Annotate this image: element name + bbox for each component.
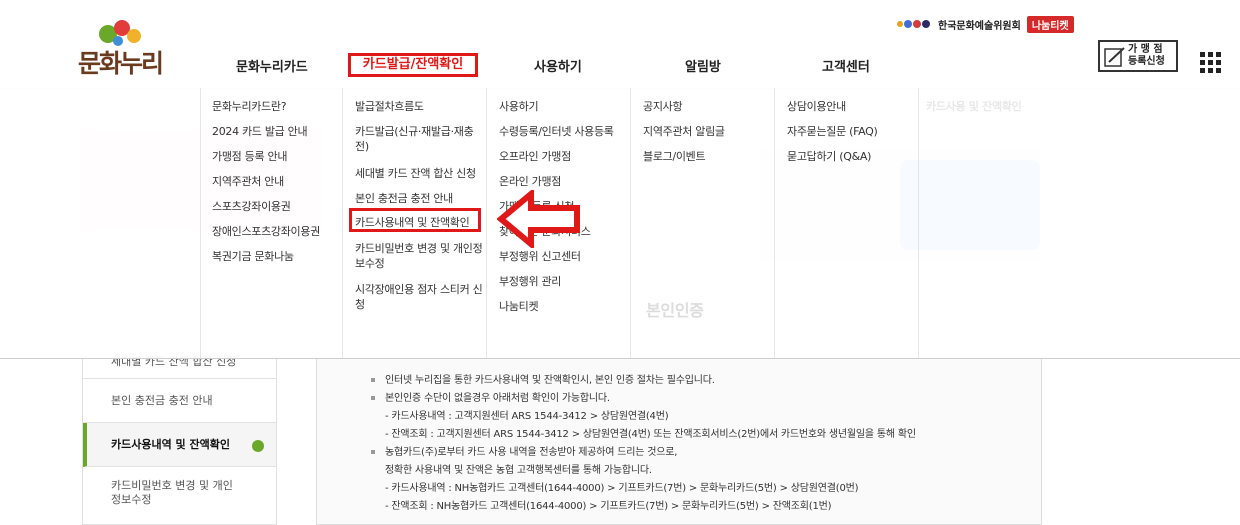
menu-how-to-use[interactable]: 사용하기: [499, 99, 539, 114]
sidebar-item-password-change[interactable]: 카드비밀번호 변경 및 개인 정보수정: [83, 467, 276, 525]
menu-self-recharge[interactable]: 본인 충전금 충전 안내: [355, 191, 453, 206]
menu-household-sum[interactable]: 세대별 카드 잔액 합산 신청: [355, 166, 476, 181]
info-line: - 잔액조회 : NH농협카드 고객센터(1644-4000) > 기프트카드(…: [385, 501, 832, 512]
nav-usage[interactable]: 사용하기: [534, 56, 582, 75]
chevron-right-icon: [252, 440, 264, 452]
menu-faq[interactable]: 자주묻는질문 (FAQ): [787, 124, 878, 139]
nanum-ticket-badge: 나눔티켓: [1026, 15, 1074, 33]
menu-regional-notice[interactable]: 지역주관처 알림글: [643, 124, 725, 139]
menu-online-merchant[interactable]: 온라인 가맹점: [499, 174, 561, 189]
menu-consult-guide[interactable]: 상담이용안내: [787, 99, 846, 114]
logo-leaf-icon: [99, 20, 141, 46]
sidebar-menu: 세대별 카드 잔액 합산 신청 본인 충전금 충전 안내 카드사용내역 및 잔액…: [82, 356, 277, 525]
highlight-box: [349, 208, 481, 232]
sidebar-item-recharge[interactable]: 본인 충전금 충전 안내: [83, 379, 276, 423]
site-logo[interactable]: 문화누리: [78, 14, 178, 78]
info-line: 농협카드(주)로부터 카드 사용 내역을 전송받아 제공하여 드리는 것으로,: [385, 447, 678, 458]
info-line: 본인인증 수단이 없을경우 아래처럼 확인이 가능합니다.: [385, 393, 610, 404]
sidebar-item-household-sum[interactable]: 세대별 카드 잔액 합산 신청: [83, 356, 276, 379]
arko-link[interactable]: 한국문화예술위원회 나눔티켓: [896, 14, 1074, 34]
info-line: 정확한 사용내역 및 잔액은 농협 고객행복센터를 통해 가능합니다.: [385, 465, 652, 476]
menu-fraud-manage[interactable]: 부정행위 관리: [499, 274, 561, 289]
menu-merchant-guide[interactable]: 가맹점 등록 안내: [212, 149, 287, 164]
menu-sports-voucher[interactable]: 스포츠강좌이용권: [212, 199, 291, 214]
menu-card-intro[interactable]: 문화누리카드란?: [212, 99, 287, 114]
site-header: 문화누리 문화누리카드 카드발급/잔액확인 사용하기 알림방 고객센터 한국문화…: [0, 0, 1240, 89]
menu-nanum-ticket[interactable]: 나눔티켓: [499, 299, 539, 314]
nav-notice[interactable]: 알림방: [685, 56, 721, 75]
info-line: - 카드사용내역 : 고객지원센터 ARS 1544-3412 > 상담원연결(…: [385, 411, 669, 422]
menu-blog-event[interactable]: 블로그/이벤트: [643, 149, 706, 164]
sidebar-item-usage-balance[interactable]: 카드사용내역 및 잔액확인: [83, 423, 276, 467]
info-line: - 카드사용내역 : NH농협카드 고객센터(1644-4000) > 기프트카…: [385, 483, 859, 494]
menu-issue-guide-2024[interactable]: 2024 카드 발급 안내: [212, 124, 308, 139]
menu-password-change[interactable]: 카드비밀번호 변경 및 개인정보수정: [355, 241, 483, 271]
arko-logo-icon: [897, 20, 930, 28]
menu-braille-sticker[interactable]: 시각장애인용 점자 스티커 신청: [355, 282, 483, 312]
banner-title: 카드사용 및 잔액확인: [926, 100, 1022, 113]
arrow-left-icon: [497, 190, 580, 248]
info-box: 인터넷 누리집을 통한 카드사용내역 및 잔액확인시, 본인 인증 절차는 필수…: [316, 358, 1042, 525]
info-line: - 잔액조회 : 고객지원센터 ARS 1544-3412 > 상담원연결(4번…: [385, 429, 916, 440]
nav-card-info[interactable]: 문화누리카드: [236, 56, 308, 75]
mega-menu: 문화누리카드란? 2024 카드 발급 안내 가맹점 등록 안내 지역주관처 안…: [0, 88, 1240, 359]
background-section-title: 본인인증: [646, 301, 704, 320]
menu-lottery-culture[interactable]: 복권기금 문화나눔: [212, 249, 294, 264]
menu-fraud-report[interactable]: 부정행위 신고센터: [499, 249, 581, 264]
menu-disabled-sports-voucher[interactable]: 장애인스포츠강좌이용권: [212, 224, 320, 239]
all-menu-grid-icon[interactable]: [1200, 52, 1222, 74]
merchant-register-button[interactable]: 가 맹 점 등록신청: [1098, 40, 1178, 72]
nav-card-issue-balance[interactable]: 카드발급/잔액확인: [348, 53, 478, 77]
menu-notices[interactable]: 공지사항: [643, 99, 683, 114]
info-line: 인터넷 누리집을 통한 카드사용내역 및 잔액확인시, 본인 인증 절차는 필수…: [385, 375, 715, 386]
menu-regional-org[interactable]: 지역주관처 안내: [212, 174, 284, 189]
nav-customer-center[interactable]: 고객센터: [822, 56, 870, 75]
pen-form-icon: [1104, 47, 1125, 67]
menu-receive-register[interactable]: 수령등록/인터넷 사용등록: [499, 124, 614, 139]
menu-issue-flow[interactable]: 발급절차흐름도: [355, 99, 424, 114]
menu-card-issue[interactable]: 카드발급(신규·재발급·재충전): [355, 124, 483, 154]
menu-qna[interactable]: 묻고답하기 (Q&A): [787, 149, 871, 164]
menu-offline-merchant[interactable]: 오프라인 가맹점: [499, 149, 571, 164]
